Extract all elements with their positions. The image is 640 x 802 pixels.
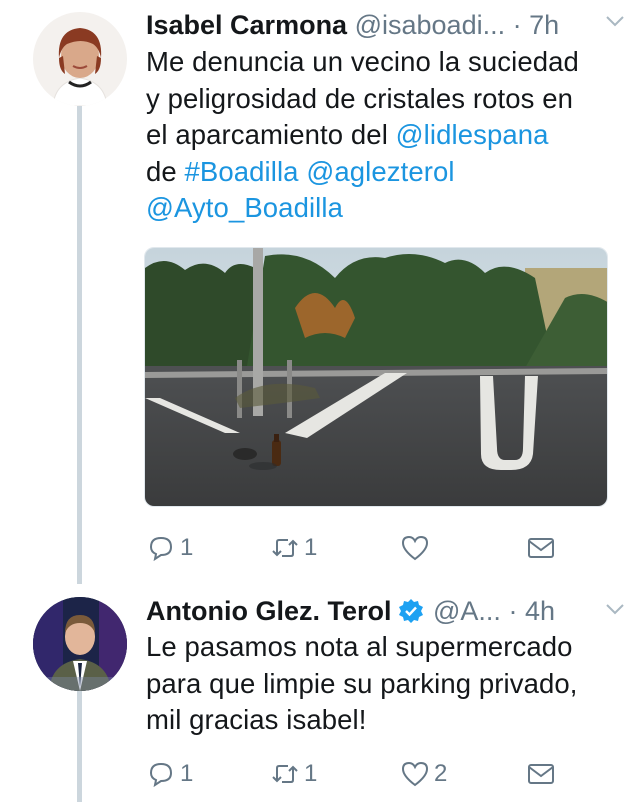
tweet-text-segment: Me denuncia un vecino la suciedad (146, 46, 579, 77)
reply-icon (149, 762, 173, 788)
tweet-photo[interactable] (144, 247, 608, 507)
tweet-text-segment: y peligrosidad de cristales rotos en (146, 82, 574, 114)
tweet-header: Antonio Glez. Terol @A... · 4h (146, 592, 620, 630)
avatar[interactable] (33, 597, 127, 691)
direct-message-button[interactable] (526, 528, 556, 568)
chevron-down-icon[interactable] (604, 10, 626, 32)
reply-count: 1 (180, 534, 194, 561)
tweet-text-segment: para que limpie su parking privado, (146, 667, 578, 699)
envelope-icon (528, 538, 554, 558)
tweet-text-line: el aparcamiento del @lidlespana (146, 117, 622, 154)
hashtag-link[interactable]: #Boadilla (185, 156, 299, 187)
envelope-icon (528, 764, 554, 784)
retweet-icon (272, 765, 298, 783)
reply-button[interactable]: 1 (146, 754, 193, 794)
tweet-text-line: Me denuncia un vecino la suciedad (146, 44, 622, 81)
tweet-text: Le pasamos nota al supermercado para que … (146, 629, 622, 739)
mention-link[interactable]: @aglezterol (306, 156, 454, 187)
author-handle[interactable]: @A... (433, 596, 501, 626)
like-count: 2 (434, 760, 448, 787)
like-button[interactable] (400, 528, 434, 568)
heart-icon (401, 535, 429, 561)
tweet-time[interactable]: · 7h (513, 10, 560, 40)
retweet-count: 1 (304, 760, 318, 787)
reply-count: 1 (180, 760, 194, 787)
author-name[interactable]: Antonio Glez. Terol (146, 596, 392, 626)
tweet-antonio-glez-terol[interactable]: Antonio Glez. Terol @A... · 4h Le pasamo… (0, 588, 640, 802)
like-button[interactable]: 2 (400, 754, 447, 794)
author-handle[interactable]: @isaboadi... (355, 10, 506, 40)
retweet-count: 1 (304, 534, 318, 561)
tweet-header: Isabel Carmona @isaboadi... · 7h (146, 6, 620, 44)
tweet-text-line: mil gracias isabel! (146, 702, 622, 739)
heart-icon (401, 761, 429, 787)
tweet-text: Me denuncia un vecino la suciedad y pelig… (146, 44, 622, 227)
retweet-button[interactable]: 1 (270, 754, 317, 794)
retweet-button[interactable]: 1 (270, 528, 317, 568)
tweet-text-segment: el aparcamiento del (146, 119, 396, 150)
chevron-down-icon[interactable] (604, 598, 626, 620)
reply-button[interactable]: 1 (146, 528, 193, 568)
author-name[interactable]: Isabel Carmona (146, 10, 347, 40)
tweet-text-line: de #Boadilla @aglezterol (146, 154, 622, 191)
tweet-text-segment: mil gracias isabel! (146, 704, 367, 735)
tweet-actions: 1 1 (146, 528, 566, 568)
reply-icon (149, 536, 173, 562)
tweet-time[interactable]: · 4h (508, 596, 555, 626)
verified-badge-icon (398, 599, 423, 623)
tweet-text-line: @Ayto_Boadilla (146, 190, 622, 227)
tweet-text-line: Le pasamos nota al supermercado (146, 629, 622, 666)
tweet-text-line: y peligrosidad de cristales rotos en (146, 81, 622, 118)
tweet-text-segment: de (146, 155, 185, 187)
avatar[interactable] (33, 12, 127, 106)
retweet-icon (272, 539, 298, 557)
tweet-text-line: para que limpie su parking privado, (146, 666, 622, 703)
tweet-actions: 1 1 2 (146, 754, 566, 794)
tweet-text-segment: Le pasamos nota al supermercado (146, 631, 573, 662)
mention-link[interactable]: @Ayto_Boadilla (146, 192, 343, 223)
mention-link[interactable]: @lidlespana (396, 119, 549, 150)
direct-message-button[interactable] (526, 754, 556, 794)
tweet-isabel-carmona[interactable]: Isabel Carmona @isaboadi... · 7h Me denu… (0, 0, 640, 588)
